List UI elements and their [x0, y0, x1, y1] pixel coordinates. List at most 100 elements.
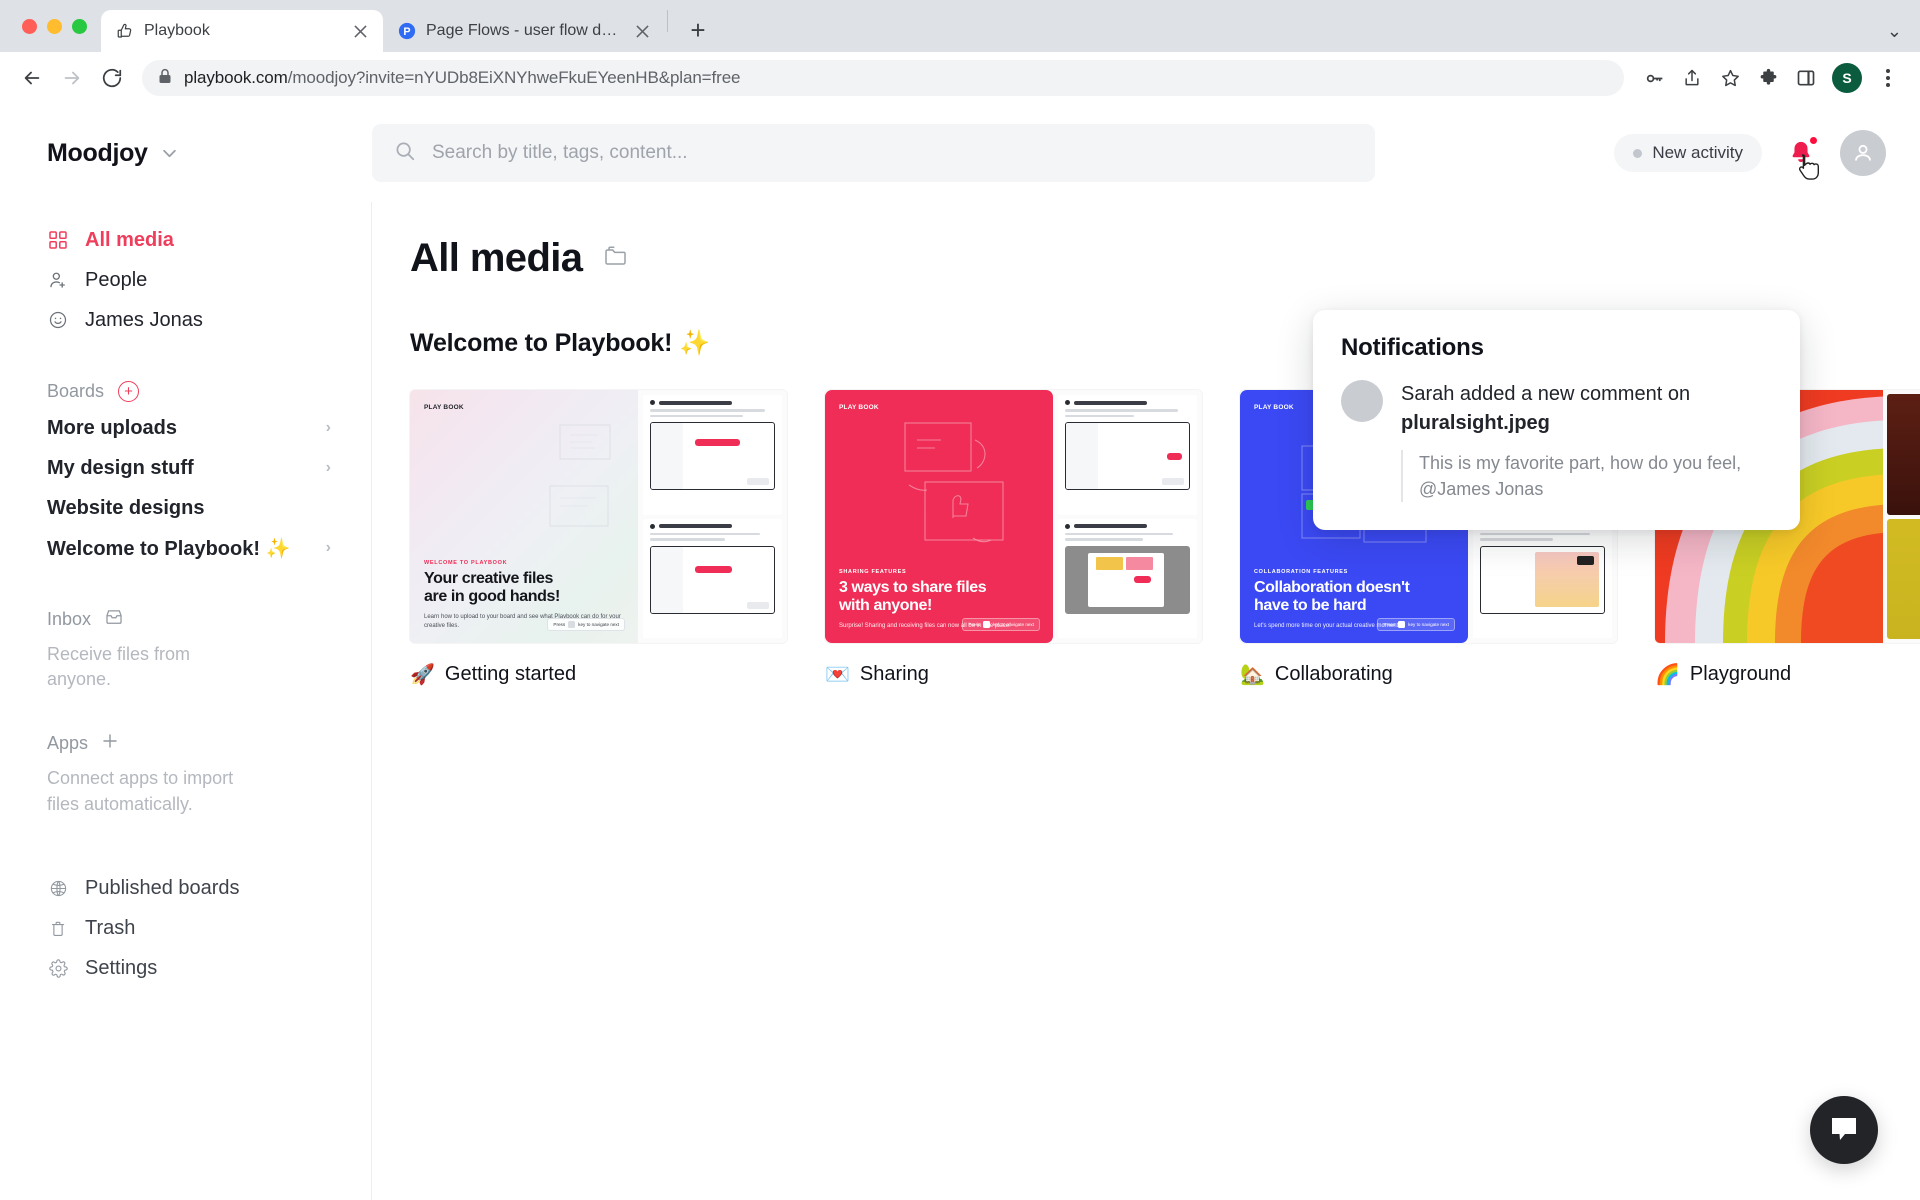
gear-icon: [47, 959, 69, 978]
board-card-caption: 🌈 Playground: [1655, 662, 1920, 687]
address-bar[interactable]: playbook.com/moodjoy?invite=nYUDb8EiXNYh…: [142, 60, 1624, 96]
activity-status-dot: [1633, 148, 1643, 158]
app-header: Moodjoy Search by title, tags, content..…: [0, 104, 1920, 202]
url-path: /moodjoy?invite=nYUDb8EiXNYhweFkuEYeenHB…: [287, 68, 741, 87]
board-thumbnail[interactable]: PLAY BOOK WELCOME TO PLAYBOOK Your creat…: [410, 390, 787, 643]
three-dots-menu-icon[interactable]: [1870, 60, 1906, 96]
sidebar-item-all-media[interactable]: All media: [0, 220, 371, 260]
sidebar-item-trash[interactable]: Trash: [0, 909, 371, 949]
notification-quote: This is my favorite part, how do you fee…: [1401, 450, 1772, 503]
press-text: key to navigate next: [578, 622, 619, 627]
sidebar-item-label: People: [85, 268, 148, 291]
board-emoji: 🚀: [410, 664, 435, 686]
plus-icon[interactable]: [102, 733, 118, 754]
forward-button[interactable]: [54, 60, 90, 96]
star-icon[interactable]: [1712, 60, 1748, 96]
back-button[interactable]: [14, 60, 50, 96]
svg-text:P: P: [403, 26, 410, 38]
board-card-title: Collaborating: [1274, 663, 1393, 685]
user-avatar[interactable]: [1840, 130, 1886, 176]
notification-bell-button[interactable]: [1784, 135, 1819, 180]
board-label: My design stuff: [47, 456, 194, 479]
share-icon[interactable]: [1674, 60, 1710, 96]
sidebar-item-published-boards[interactable]: Published boards: [0, 869, 371, 909]
sidebar-board-my-design-stuff[interactable]: My design stuff ›: [0, 448, 371, 488]
step-dot-icon: [650, 400, 655, 405]
step-dot-icon: [650, 523, 655, 529]
notification-prefix: Sarah added a new comment on: [1401, 383, 1691, 405]
close-window-button[interactable]: [22, 18, 37, 34]
apps-label: Apps: [47, 732, 89, 753]
press-text: key to navigate next: [993, 622, 1034, 627]
mini-doc-title: [659, 524, 732, 528]
notification-badge-dot: [1808, 135, 1819, 146]
minimize-window-button[interactable]: [47, 18, 62, 34]
tab-close-button[interactable]: [349, 20, 371, 42]
mini-doc-title: [1074, 524, 1147, 528]
sidebar-apps-header[interactable]: Apps: [0, 726, 371, 760]
sidebar-item-settings[interactable]: Settings: [0, 949, 371, 989]
press-label: Press: [968, 622, 981, 627]
sidebar-board-welcome-to-playbook[interactable]: Welcome to Playbook! ✨ ›: [0, 528, 371, 568]
inbox-label: Inbox: [47, 608, 92, 629]
sidebar-item-label: Published boards: [85, 877, 240, 900]
new-tab-button[interactable]: +: [680, 12, 716, 48]
sidebar-footer: Published boards Trash Settings: [0, 869, 371, 989]
browser-toolbar: playbook.com/moodjoy?invite=nYUDb8EiXNYh…: [0, 52, 1920, 104]
board-emoji: 🌈: [1655, 664, 1680, 686]
extensions-puzzle-icon[interactable]: [1750, 60, 1786, 96]
boards-section-label: Boards: [47, 380, 105, 401]
new-activity-button[interactable]: New activity: [1614, 134, 1762, 172]
chevron-right-icon[interactable]: ›: [326, 539, 331, 557]
sidebar-board-more-uploads[interactable]: More uploads ›: [0, 408, 371, 448]
step-dot-icon: [1065, 523, 1070, 529]
board-label: More uploads: [47, 416, 178, 439]
step-dot-icon: [1065, 400, 1070, 405]
smiley-face-icon: [47, 310, 69, 330]
key-icon[interactable]: [1636, 60, 1672, 96]
notifications-title: Notifications: [1341, 334, 1484, 361]
sidebar-item-james-jonas[interactable]: James Jonas: [0, 300, 371, 340]
side-panel-icon[interactable]: [1788, 60, 1824, 96]
sidebar-item-label: Trash: [85, 917, 136, 940]
chevron-right-icon[interactable]: ›: [326, 459, 331, 477]
board-card[interactable]: PLAY BOOK WELCOME TO PLAYBOOK Your creat…: [410, 390, 825, 687]
maximize-window-button[interactable]: [72, 18, 87, 34]
browser-tabstrip: Playbook P Page Flows - user flow design…: [0, 0, 1920, 52]
workspace-switcher[interactable]: Moodjoy: [0, 139, 372, 168]
tab-close-button[interactable]: [631, 20, 653, 42]
add-board-plus-circle-icon[interactable]: +: [118, 380, 140, 402]
url-domain: playbook.com: [184, 68, 288, 87]
board-side-previews: [1883, 390, 1920, 643]
key-square-icon: [568, 621, 576, 628]
search-input[interactable]: Search by title, tags, content...: [372, 124, 1375, 182]
board-thumbnail[interactable]: PLAY BOOK: [825, 390, 1202, 643]
sidebar-board-website-designs[interactable]: Website designs: [0, 488, 371, 528]
tab-search-chevron-down-icon[interactable]: ⌄: [1887, 21, 1902, 42]
chrome-profile-avatar[interactable]: S: [1832, 63, 1862, 93]
board-emoji: 🏡: [1240, 664, 1265, 686]
inbox-icon[interactable]: [105, 608, 123, 631]
sidebar-item-label: James Jonas: [85, 308, 203, 331]
press-label: Press: [553, 622, 566, 627]
browser-tab-playbook[interactable]: Playbook: [101, 10, 383, 52]
board-card[interactable]: PLAY BOOK: [825, 390, 1240, 687]
chevron-right-icon[interactable]: ›: [326, 419, 331, 437]
workspace-name: Moodjoy: [47, 138, 148, 167]
window-traffic-lights: [14, 0, 101, 52]
notification-item[interactable]: Sarah added a new comment on pluralsight…: [1341, 380, 1772, 503]
board-card-caption: 🏡 Collaborating: [1240, 662, 1655, 687]
tab-title: Page Flows - user flow design: [426, 22, 622, 39]
notification-filename[interactable]: pluralsight.jpeg: [1401, 412, 1550, 434]
sidebar-item-people[interactable]: People: [0, 260, 371, 300]
reload-button[interactable]: [94, 60, 130, 96]
press-label: Press: [1383, 622, 1396, 627]
browser-tab-page-flows[interactable]: P Page Flows - user flow design: [383, 10, 665, 52]
header-right-controls: New activity: [1614, 130, 1886, 180]
sidebar-inbox-header[interactable]: Inbox: [0, 602, 371, 636]
board-side-previews: [1053, 390, 1202, 643]
trash-icon: [47, 920, 69, 938]
folder-icon[interactable]: [604, 245, 630, 272]
mini-doc-title: [659, 400, 732, 405]
chat-support-button[interactable]: [1810, 1096, 1878, 1164]
